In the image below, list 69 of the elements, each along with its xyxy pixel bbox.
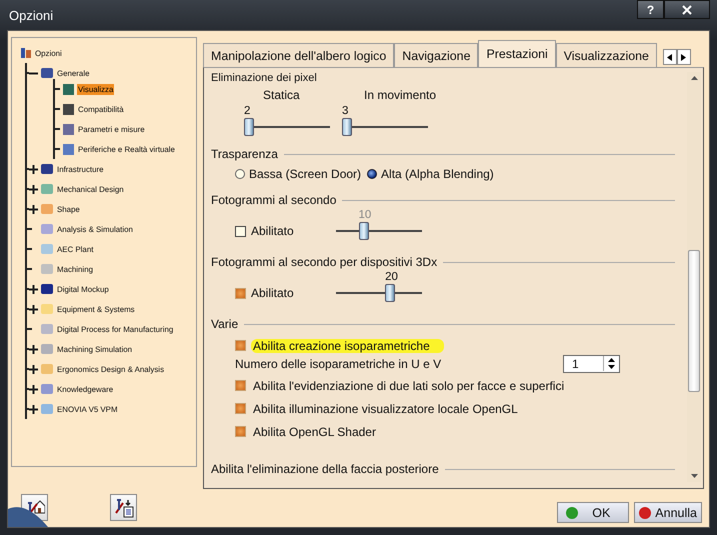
- number-spinner[interactable]: 1: [563, 354, 620, 372]
- expand-icon[interactable]: [29, 404, 38, 414]
- close-button[interactable]: [664, 0, 710, 19]
- expand-icon[interactable]: [29, 304, 38, 314]
- scroll-left-button[interactable]: [662, 49, 677, 65]
- export-button[interactable]: [110, 494, 137, 521]
- expand-icon[interactable]: [29, 184, 38, 194]
- dialog-button[interactable]: Annulla: [634, 502, 702, 523]
- slider-thumb[interactable]: [342, 118, 352, 136]
- section-title: Fotogrammi al secondo: [211, 193, 336, 207]
- checkbox[interactable]: [235, 226, 246, 236]
- slider[interactable]: [336, 284, 422, 302]
- checkbox-option[interactable]: Abilita l'evidenziazione di due lati solo per facce e superfici: [235, 374, 675, 397]
- checkbox-option[interactable]: Abilitato: [235, 286, 294, 300]
- expand-icon[interactable]: [29, 344, 38, 354]
- section-title: Abilita l'eliminazione della faccia posteriore: [211, 462, 439, 476]
- section-title: Fotogrammi al secondo per dispositivi 3Dx: [211, 255, 438, 269]
- checkbox[interactable]: [235, 426, 246, 437]
- dialog-button[interactable]: OK: [557, 502, 630, 523]
- slider-value: 20: [385, 270, 398, 284]
- document-tools-icon: [114, 498, 134, 518]
- checkbox-label: Abilita OpenGL Shader: [252, 424, 377, 438]
- field-label: Numero delle isoparametriche in U e V: [235, 356, 442, 370]
- slider-value: 10: [358, 208, 372, 222]
- window-title: Opzioni: [8, 8, 54, 22]
- radio-option[interactable]: Bassa (Screen Door): [235, 167, 362, 181]
- checkbox-label: Abilita creazione isoparametriche: [251, 338, 444, 352]
- tab[interactable]: Navigazione: [394, 43, 478, 67]
- radio-button[interactable]: [367, 169, 378, 179]
- section-title: Trasparenza: [211, 147, 278, 161]
- slider-label: Statica: [263, 88, 300, 102]
- left-arrow-icon: [667, 54, 672, 60]
- down-arrow-icon[interactable]: [608, 365, 615, 369]
- radio-option[interactable]: Alta (Alpha Blending): [367, 167, 494, 181]
- expand-icon[interactable]: [29, 204, 38, 214]
- checkbox-option[interactable]: Abilitato: [235, 224, 294, 238]
- slider[interactable]: [342, 118, 428, 136]
- checkbox[interactable]: [235, 403, 246, 414]
- section-title: Eliminazione dei pixel: [211, 72, 317, 84]
- right-arrow-icon: [681, 54, 686, 60]
- checkbox-option[interactable]: Abilita illuminazione visualizzatore locale OpenGL: [235, 397, 675, 420]
- checkbox-option[interactable]: Abilita creazione isoparametriche: [235, 334, 675, 357]
- scroll-right-button[interactable]: [676, 49, 691, 65]
- slider[interactable]: [244, 118, 330, 136]
- section-title: Varie: [211, 317, 238, 331]
- expand-icon[interactable]: [29, 164, 38, 174]
- slider-thumb[interactable]: [244, 118, 254, 136]
- slider[interactable]: [336, 222, 422, 240]
- tab[interactable]: Visualizzazione: [556, 43, 657, 67]
- slider-thumb[interactable]: [385, 284, 396, 302]
- slider-value: 2: [244, 104, 250, 118]
- checkbox-label: Abilita illuminazione visualizzatore locale OpenGL: [252, 402, 519, 416]
- expand-icon[interactable]: [29, 364, 38, 374]
- checkbox[interactable]: [235, 340, 246, 351]
- help-button[interactable]: ?: [637, 0, 664, 19]
- tab[interactable]: Prestazioni: [478, 40, 556, 67]
- checkbox-option[interactable]: Abilita OpenGL Shader: [235, 420, 675, 443]
- checkbox[interactable]: [235, 288, 246, 298]
- slider-value: 3: [342, 104, 348, 118]
- tab[interactable]: Manipolazione dell'albero logico: [203, 43, 394, 67]
- radio-button[interactable]: [235, 169, 245, 179]
- expand-icon[interactable]: [29, 384, 38, 394]
- close-icon: [682, 4, 692, 14]
- up-arrow-icon[interactable]: [608, 358, 615, 362]
- tools-icon: [20, 47, 32, 59]
- expand-icon[interactable]: [29, 284, 38, 294]
- slider-label: In movimento: [364, 88, 436, 102]
- checkbox[interactable]: [235, 380, 246, 391]
- checkbox-label: Abilita l'evidenziazione di due lati solo per facce e superfici: [252, 378, 566, 392]
